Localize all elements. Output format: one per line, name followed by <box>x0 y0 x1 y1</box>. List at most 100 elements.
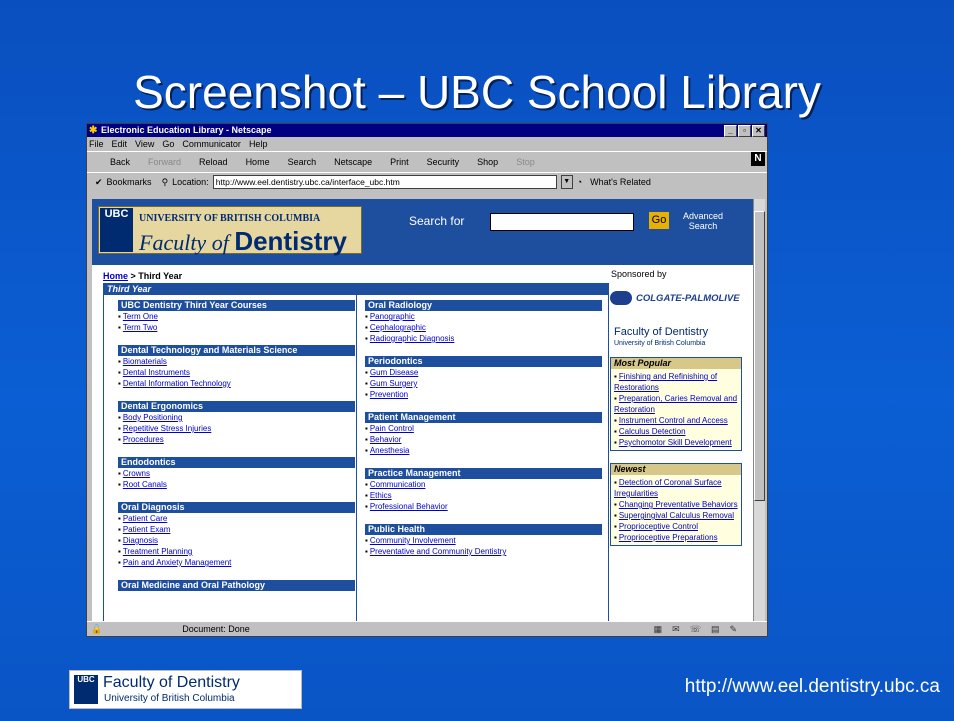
bookmarks-button[interactable]: Bookmarks <box>107 177 152 187</box>
toolbar-button[interactable]: Print <box>381 152 418 172</box>
course-link[interactable]: Cephalographic <box>365 322 602 333</box>
course-section: Patient ManagementPain ControlBehaviorAn… <box>365 412 602 456</box>
netscape-app-icon: ✱ <box>89 125 98 136</box>
section-heading: Practice Management <box>365 468 602 479</box>
netscape-throbber-icon[interactable]: N <box>751 152 765 166</box>
site-header: UBC UNIVERSITY OF BRITISH COLUMBIA Facul… <box>92 199 756 265</box>
course-link[interactable]: Communication <box>365 479 602 490</box>
menu-item[interactable]: View <box>135 137 154 151</box>
course-link[interactable]: Pain Control <box>365 423 602 434</box>
course-link[interactable]: Ethics <box>365 490 602 501</box>
location-label: Location: <box>172 177 209 187</box>
course-link[interactable]: Professional Behavior <box>365 501 602 512</box>
security-lock-icon[interactable]: 🔓 <box>91 624 102 635</box>
course-link[interactable]: Panographic <box>365 311 602 322</box>
dentistry-logo[interactable]: UBC UNIVERSITY OF BRITISH COLUMBIA Facul… <box>98 206 362 257</box>
course-link[interactable]: Diagnosis <box>118 535 355 546</box>
section-heading: Dental Technology and Materials Science <box>118 345 355 356</box>
course-section: Oral Medicine and Oral Pathology <box>118 580 355 591</box>
menu-item[interactable]: File <box>89 137 104 151</box>
status-text: Document: Done <box>182 624 250 634</box>
toolbar-button[interactable]: Home <box>237 152 279 172</box>
course-link[interactable]: Repetitive Stress Injuries <box>118 423 355 434</box>
fod-name: Faculty of Dentistry <box>614 326 709 338</box>
course-link[interactable]: Radiographic Diagnosis <box>365 333 602 344</box>
menu-bar: File Edit View Go Communicator Help <box>87 137 767 151</box>
newest-link[interactable]: Detection of Coronal Surface Irregularit… <box>614 477 738 499</box>
course-link[interactable]: Pain and Anxiety Management <box>118 557 355 568</box>
vertical-scrollbar[interactable] <box>753 199 765 623</box>
course-section: PeriodonticsGum DiseaseGum SurgeryPreven… <box>365 356 602 400</box>
status-bar: 🔓 Document: Done ▦✉☏▤✎ <box>87 621 767 636</box>
newest-link[interactable]: Changing Preventative Behaviors <box>614 499 738 510</box>
most-popular-link[interactable]: Psychomotor Skill Development <box>614 437 738 448</box>
most-popular-link[interactable]: Finishing and Refinishing of Restoration… <box>614 371 738 393</box>
ubc-shield-icon: UBC <box>100 208 133 252</box>
newest-link[interactable]: Proprioceptive Control <box>614 521 738 532</box>
url-field[interactable]: http://www.eel.dentistry.ubc.ca/interfac… <box>212 175 557 189</box>
menu-item[interactable]: Communicator <box>182 137 241 151</box>
course-link[interactable]: Behavior <box>365 434 602 445</box>
toolbar-button[interactable]: Back <box>101 152 139 172</box>
course-link[interactable]: Term One <box>118 311 355 322</box>
course-link[interactable]: Gum Disease <box>365 367 602 378</box>
sidebar: COLGATE-PALMOLIVE Faculty of Dentistry Un… <box>610 283 742 546</box>
breadcrumb-current: > Third Year <box>128 271 183 281</box>
course-link[interactable]: Preventative and Community Dentistry <box>365 546 602 557</box>
restore-button[interactable]: ▫ <box>738 125 751 137</box>
url-dropdown-button[interactable]: ▼ <box>560 175 573 189</box>
course-link[interactable]: Crowns <box>118 468 355 479</box>
course-link[interactable]: Body Positioning <box>118 412 355 423</box>
netscape-window: ✱ Electronic Education Library - Netscap… <box>86 123 768 637</box>
course-link[interactable]: Anesthesia <box>365 445 602 456</box>
faculty-dentistry-logo[interactable]: Faculty of Dentistry University of Britis… <box>610 327 742 349</box>
toolbar-button[interactable]: Security <box>418 152 469 172</box>
section-heading: Oral Radiology <box>365 300 602 311</box>
course-link[interactable]: Community Involvement <box>365 535 602 546</box>
component-bar-icons[interactable]: ▦✉☏▤✎ <box>654 624 747 635</box>
menu-item[interactable]: Go <box>162 137 174 151</box>
footer-url: http://www.eel.dentistry.ubc.ca <box>684 676 940 697</box>
go-button[interactable]: Go <box>649 212 669 229</box>
section-heading: Endodontics <box>118 457 355 468</box>
course-link[interactable]: Patient Care <box>118 513 355 524</box>
course-link[interactable]: Prevention <box>365 389 602 400</box>
toolbar-button[interactable]: Search <box>279 152 326 172</box>
minimize-button[interactable]: _ <box>724 125 737 137</box>
newest-link[interactable]: Proprioceptive Preparations <box>614 532 738 543</box>
search-input[interactable] <box>490 213 634 231</box>
breadcrumb-home[interactable]: Home <box>103 271 128 281</box>
toolbar-button[interactable]: Shop <box>468 152 507 172</box>
colgate-logo[interactable]: COLGATE-PALMOLIVE <box>610 289 742 307</box>
section-heading: Oral Diagnosis <box>118 502 355 513</box>
course-link[interactable]: Term Two <box>118 322 355 333</box>
most-popular-link[interactable]: Instrument Control and Access <box>614 415 738 426</box>
most-popular-link[interactable]: Preparation, Caries Removal and Restorat… <box>614 393 738 415</box>
course-link[interactable]: Dental Instruments <box>118 367 355 378</box>
faculty-of-text: Faculty of <box>139 230 229 255</box>
whats-related-button[interactable]: What's Related <box>590 177 651 187</box>
breadcrumb: Home > Third Year <box>103 271 182 281</box>
course-link[interactable]: Dental Information Technology <box>118 378 355 389</box>
toolbar-button[interactable]: Netscape <box>325 152 381 172</box>
toolbar-button[interactable]: Stop <box>507 152 544 172</box>
faculty-name: Faculty of Dentistry <box>139 226 347 257</box>
course-link[interactable]: Treatment Planning <box>118 546 355 557</box>
scrollbar-thumb[interactable] <box>754 211 765 501</box>
section-heading: Public Health <box>365 524 602 535</box>
course-link[interactable]: Patient Exam <box>118 524 355 535</box>
toolbar-button[interactable]: Forward <box>139 152 190 172</box>
course-link[interactable]: Root Canals <box>118 479 355 490</box>
colgate-swoosh-icon <box>610 291 632 305</box>
toolbar-button[interactable]: Reload <box>190 152 237 172</box>
close-button[interactable]: ✕ <box>752 125 765 137</box>
menu-item[interactable]: Help <box>249 137 268 151</box>
menu-item[interactable]: Edit <box>112 137 128 151</box>
section-heading: UBC Dentistry Third Year Courses <box>118 300 355 311</box>
course-link[interactable]: Biomaterials <box>118 356 355 367</box>
course-link[interactable]: Procedures <box>118 434 355 445</box>
course-link[interactable]: Gum Surgery <box>365 378 602 389</box>
most-popular-link[interactable]: Calculus Detection <box>614 426 738 437</box>
newest-link[interactable]: Supergingival Calculus Removal <box>614 510 738 521</box>
advanced-search-link[interactable]: Advanced Search <box>679 211 727 231</box>
